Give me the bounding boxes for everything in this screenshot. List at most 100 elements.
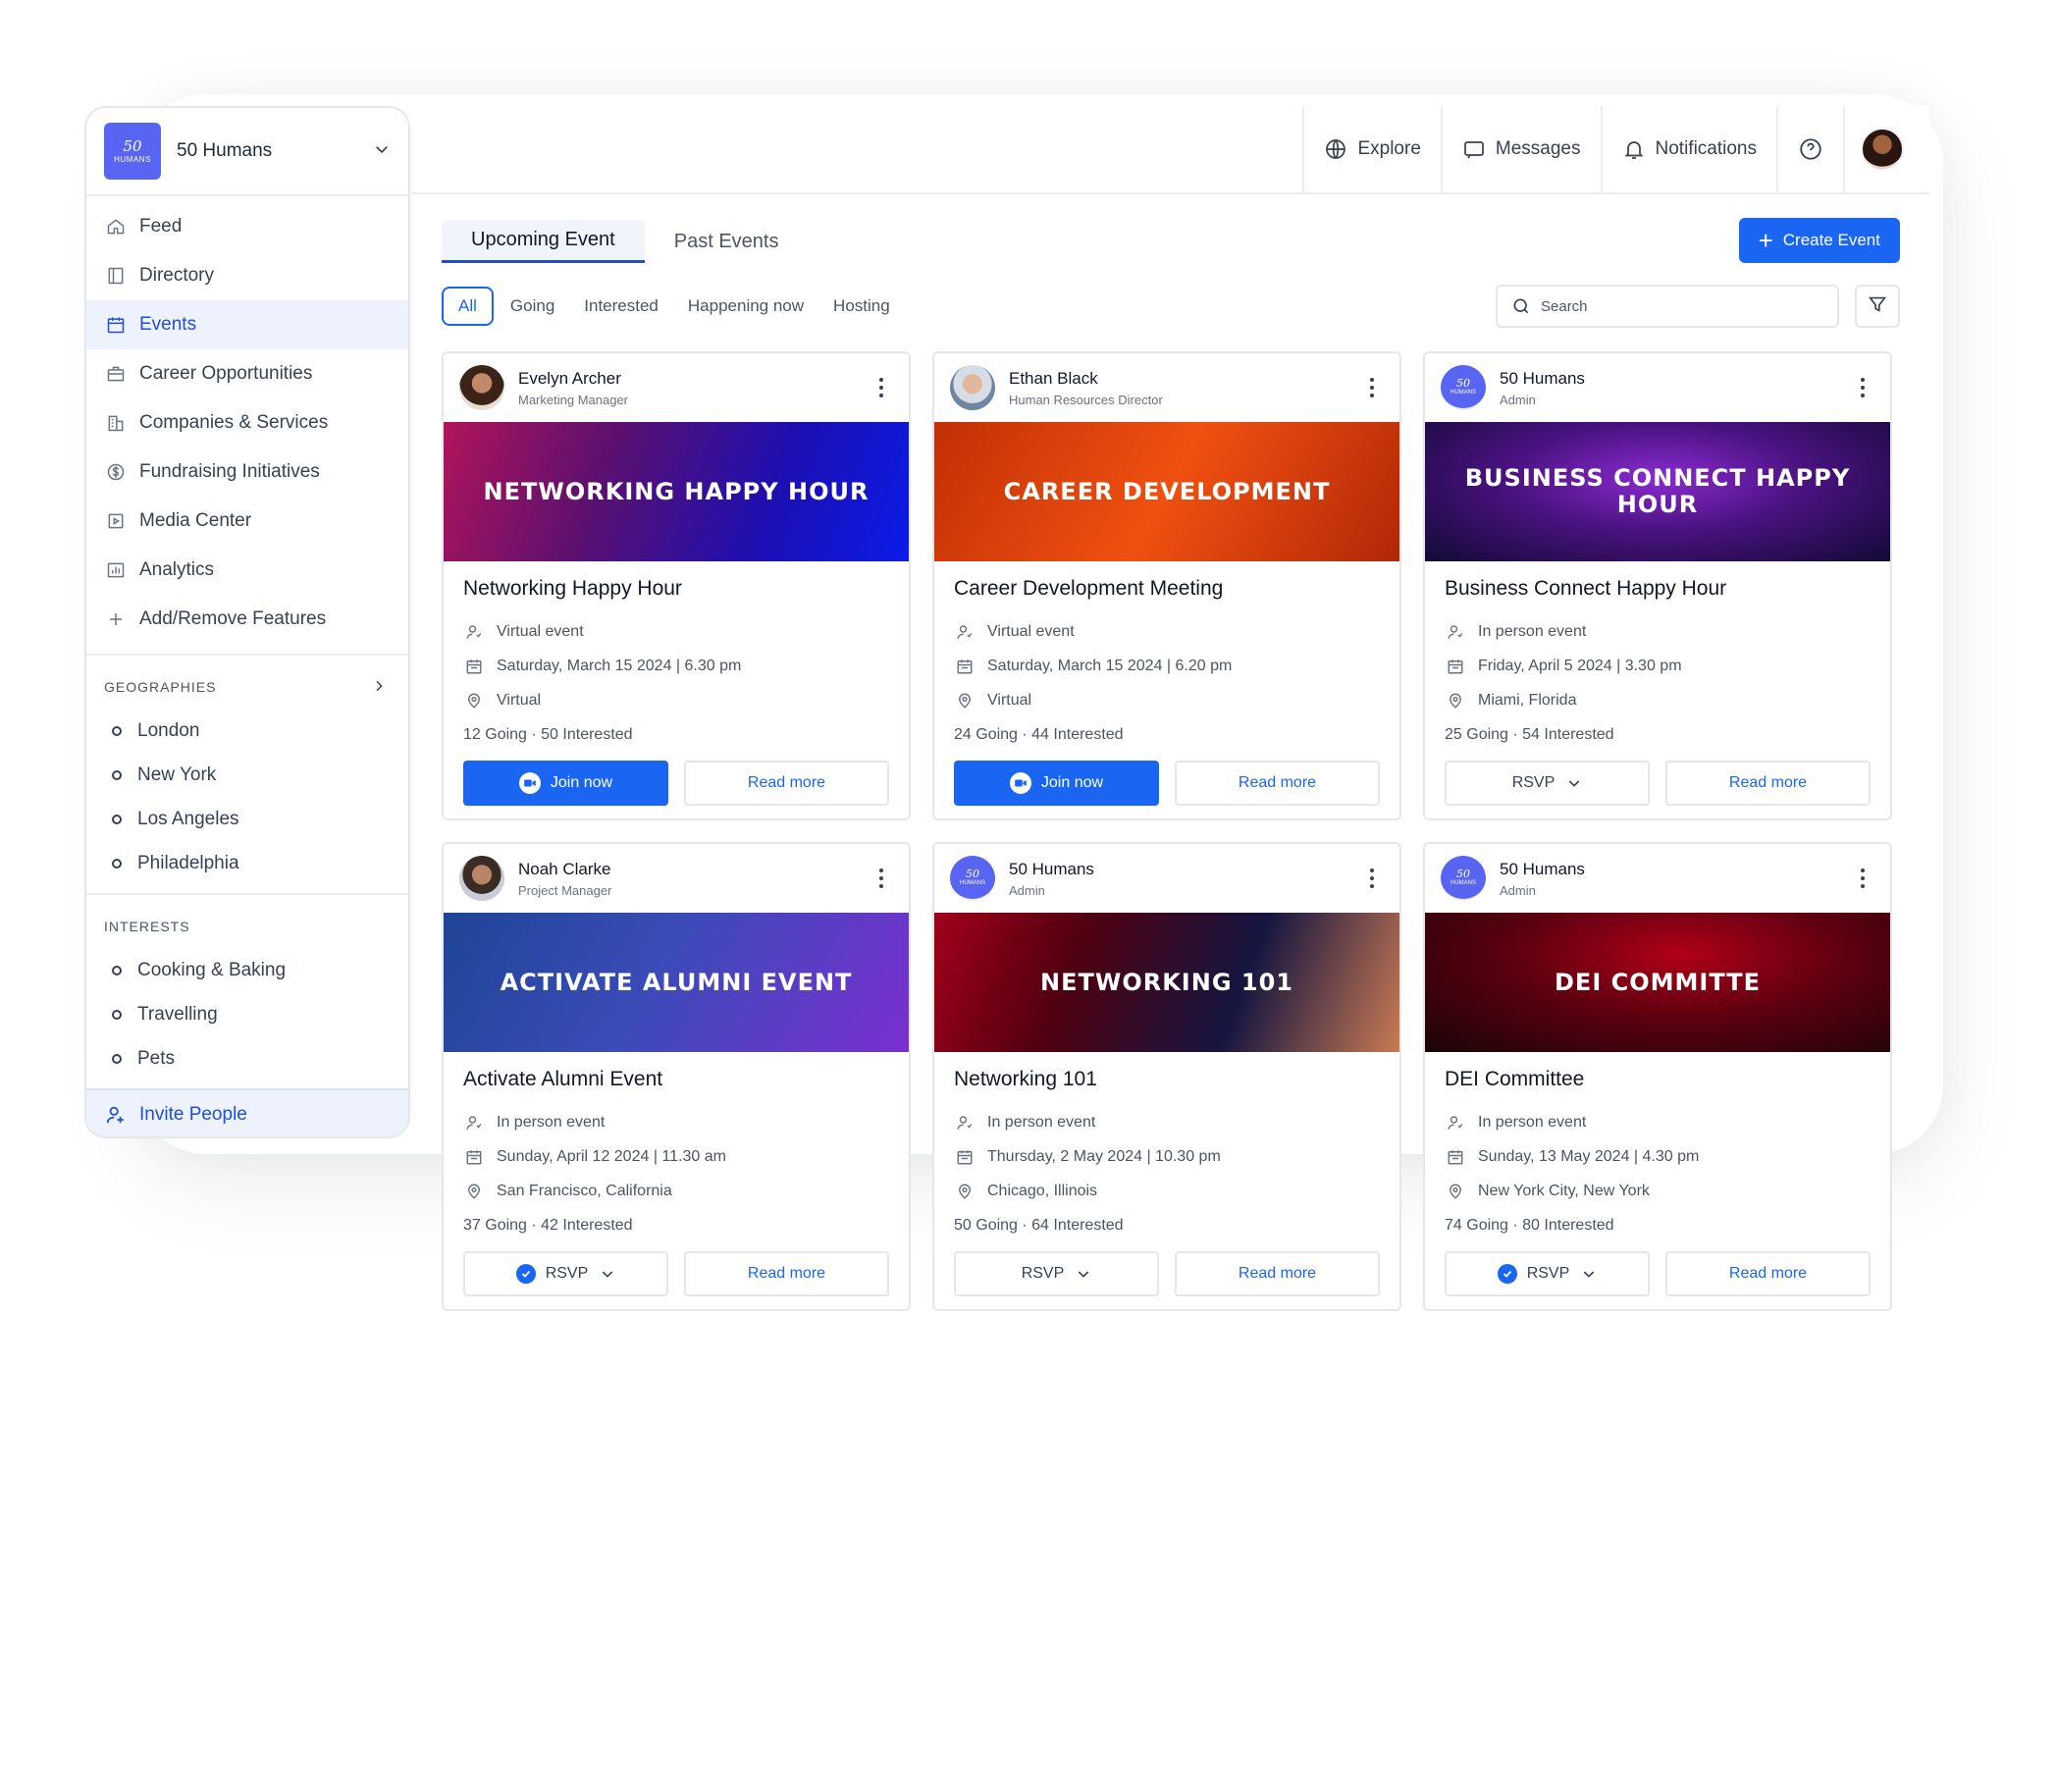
- sidebar-item-media-center[interactable]: Media Center: [86, 497, 408, 546]
- event-location-label: Chicago, Illinois: [987, 1182, 1098, 1199]
- sidebar-item-label: Career Opportunities: [139, 363, 313, 384]
- sidebar-item-companies-services[interactable]: Companies & Services: [86, 398, 408, 448]
- event-card-header: Noah Clarke Project Manager: [444, 844, 909, 913]
- event-title[interactable]: Networking Happy Hour: [463, 577, 889, 601]
- filter-button[interactable]: [1855, 285, 1900, 328]
- event-banner[interactable]: DEI COMMITTE: [1425, 913, 1890, 1052]
- event-date: Friday, April 5 2024 | 3.30 pm: [1445, 649, 1871, 683]
- event-date: Thursday, 2 May 2024 | 10.30 pm: [954, 1139, 1380, 1174]
- interest-item-travelling[interactable]: Travelling: [86, 992, 408, 1036]
- event-card[interactable]: Noah Clarke Project Manager ACTIVATE ALU…: [442, 842, 911, 1311]
- search-input[interactable]: Search: [1496, 285, 1839, 328]
- events-main: Upcoming Event Past Events + Create Even…: [410, 196, 1929, 1313]
- event-location-label: Miami, Florida: [1478, 691, 1577, 709]
- event-title[interactable]: Business Connect Happy Hour: [1445, 577, 1871, 601]
- rsvp-dropdown[interactable]: RSVP: [1445, 1251, 1650, 1296]
- invite-people-button[interactable]: Invite People: [86, 1088, 408, 1136]
- sidebar-item-directory[interactable]: Directory: [86, 251, 408, 300]
- host-name: 50 Humans: [1009, 859, 1094, 878]
- sidebar-item-label: Analytics: [139, 559, 215, 580]
- geographies-header[interactable]: GEOGRAPHIES: [86, 665, 408, 709]
- filter-all[interactable]: All: [442, 287, 494, 326]
- read-more-button[interactable]: Read more: [683, 761, 889, 806]
- interest-item-pets[interactable]: Pets: [86, 1036, 408, 1080]
- geography-item-los-angeles[interactable]: Los Angeles: [86, 797, 408, 841]
- read-more-button[interactable]: Read more: [684, 1251, 889, 1296]
- sidebar-item-events[interactable]: Events: [86, 300, 408, 349]
- play-icon: [104, 509, 128, 533]
- sidebar-item-fundraising[interactable]: Fundraising Initiatives: [86, 448, 408, 497]
- join-now-button[interactable]: Join now: [463, 761, 668, 806]
- more-options-icon[interactable]: [1851, 373, 1874, 402]
- filter-happening-now[interactable]: Happening now: [673, 287, 818, 326]
- plus-icon: [104, 607, 128, 631]
- video-icon: [518, 772, 541, 794]
- event-banner[interactable]: NETWORKING HAPPY HOUR: [444, 422, 909, 561]
- event-title[interactable]: Career Development Meeting: [954, 577, 1380, 601]
- bar-chart-icon: [104, 558, 128, 582]
- event-banner[interactable]: ACTIVATE ALUMNI EVENT: [444, 913, 909, 1052]
- event-title[interactable]: DEI Committee: [1445, 1068, 1871, 1091]
- read-more-button[interactable]: Read more: [1175, 1251, 1380, 1296]
- rsvp-dropdown[interactable]: RSVP: [463, 1251, 668, 1296]
- chevron-down-icon[interactable]: [373, 140, 391, 163]
- sidebar-item-add-remove-features[interactable]: Add/Remove Features: [86, 595, 408, 644]
- geography-item-philadelphia[interactable]: Philadelphia: [86, 841, 408, 885]
- circle-bullet-icon: [112, 965, 122, 975]
- org-switcher[interactable]: 50 HUMANS 50 Humans: [86, 108, 408, 196]
- read-more-button[interactable]: Read more: [1665, 1251, 1871, 1296]
- filter-hosting[interactable]: Hosting: [818, 287, 905, 326]
- event-title[interactable]: Activate Alumni Event: [463, 1068, 889, 1091]
- notifications-button[interactable]: Notifications: [1600, 106, 1777, 192]
- more-options-icon[interactable]: [870, 373, 893, 402]
- book-icon: [104, 264, 128, 288]
- profile-menu[interactable]: [1843, 106, 1920, 192]
- org-avatar: 50 HUMANS: [1441, 856, 1486, 901]
- interest-label: Travelling: [137, 1003, 218, 1025]
- app-window: 50 HUMANS 50 Humans Feed Directory Event…: [84, 106, 1929, 1313]
- interest-item-cooking[interactable]: Cooking & Baking: [86, 948, 408, 992]
- event-card[interactable]: Ethan Black Human Resources Director CAR…: [932, 351, 1401, 820]
- geography-label: Philadelphia: [137, 852, 239, 873]
- host-role: Human Resources Director: [1009, 392, 1163, 407]
- messages-button[interactable]: Messages: [1440, 106, 1601, 192]
- read-more-button[interactable]: Read more: [1665, 761, 1871, 806]
- geography-item-new-york[interactable]: New York: [86, 753, 408, 797]
- event-date-label: Thursday, 2 May 2024 | 10.30 pm: [987, 1147, 1221, 1165]
- sidebar-item-analytics[interactable]: Analytics: [86, 546, 408, 595]
- rsvp-dropdown[interactable]: RSVP: [954, 1251, 1159, 1296]
- attendance-counts: 74 Going · 80 Interested: [1445, 1217, 1614, 1234]
- chevron-right-icon[interactable]: [371, 678, 387, 697]
- event-type: In person event: [1445, 614, 1871, 649]
- more-options-icon[interactable]: [1851, 864, 1874, 893]
- tab-past-events[interactable]: Past Events: [645, 220, 809, 263]
- filter-going[interactable]: Going: [496, 287, 569, 326]
- rsvp-dropdown[interactable]: RSVP: [1445, 761, 1650, 806]
- sidebar-item-feed[interactable]: Feed: [86, 202, 408, 251]
- event-card[interactable]: 50 HUMANS 50 Humans Admin DEI COMMITTE DE…: [1423, 842, 1892, 1311]
- more-options-icon[interactable]: [1360, 864, 1384, 893]
- geography-label: New York: [137, 764, 217, 785]
- event-title[interactable]: Networking 101: [954, 1068, 1380, 1091]
- event-banner[interactable]: NETWORKING 101: [934, 913, 1399, 1052]
- tab-upcoming-event[interactable]: Upcoming Event: [442, 220, 645, 263]
- read-more-button[interactable]: Read more: [1174, 761, 1380, 806]
- host-name: Noah Clarke: [518, 859, 611, 878]
- event-card[interactable]: 50 HUMANS 50 Humans Admin BUSINESS CONNEC…: [1423, 351, 1892, 820]
- explore-button[interactable]: Explore: [1302, 106, 1440, 192]
- event-card[interactable]: 50 HUMANS 50 Humans Admin NETWORKING 101 …: [932, 842, 1401, 1311]
- event-banner[interactable]: CAREER DEVELOPMENT: [934, 422, 1399, 561]
- more-options-icon[interactable]: [870, 864, 893, 893]
- geography-item-london[interactable]: London: [86, 709, 408, 753]
- more-options-icon[interactable]: [1360, 373, 1384, 402]
- help-button[interactable]: [1776, 106, 1843, 192]
- org-logo-text: HUMANS: [114, 154, 151, 164]
- event-card[interactable]: Evelyn Archer Marketing Manager NETWORKI…: [442, 351, 911, 820]
- event-banner[interactable]: BUSINESS CONNECT HAPPY HOUR: [1425, 422, 1890, 561]
- join-now-button[interactable]: Join now: [954, 761, 1159, 806]
- add-user-icon: [104, 1103, 128, 1127]
- create-event-button[interactable]: + Create Event: [1738, 218, 1900, 263]
- event-location: Virtual: [954, 683, 1380, 717]
- sidebar-item-career-opportunities[interactable]: Career Opportunities: [86, 349, 408, 398]
- filter-interested[interactable]: Interested: [569, 287, 673, 326]
